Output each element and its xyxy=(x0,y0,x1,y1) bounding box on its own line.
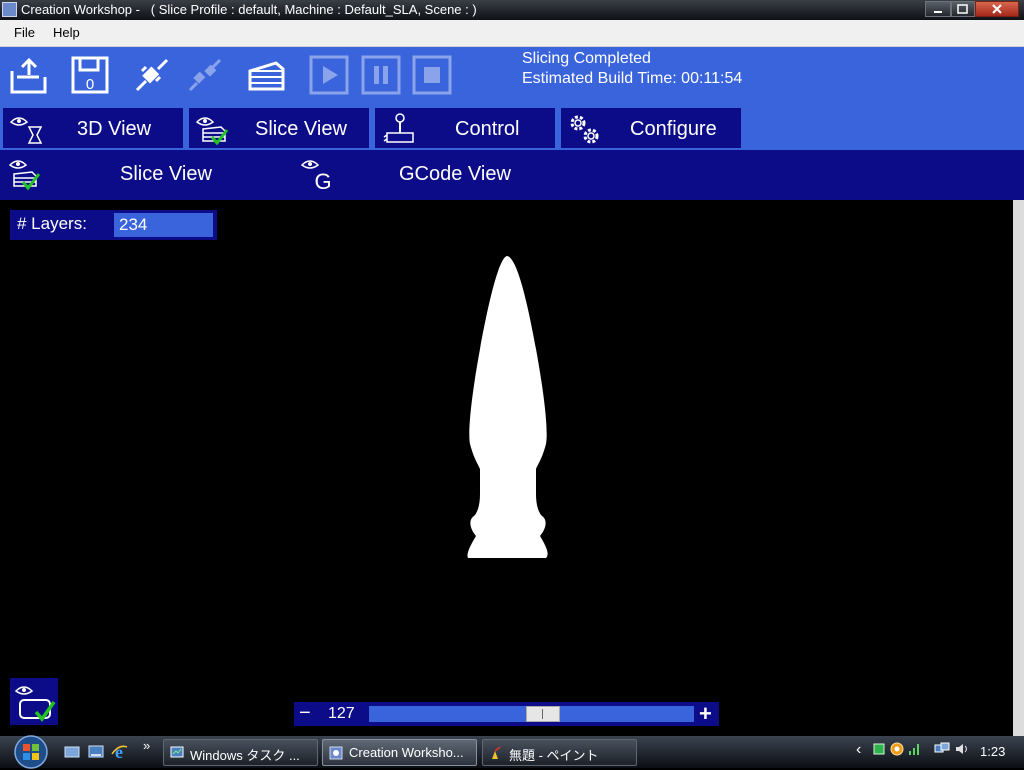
switch-windows-icon[interactable] xyxy=(88,745,104,759)
task-label: Creation Worksho... xyxy=(349,745,464,760)
eye-display-icon xyxy=(14,686,56,722)
svg-text:G: G xyxy=(314,169,331,192)
layer-slider-thumb[interactable] xyxy=(526,706,561,722)
play-icon xyxy=(309,55,349,95)
quicklaunch-more-button[interactable]: » xyxy=(143,738,150,753)
minimize-icon xyxy=(934,11,942,13)
start-button[interactable] xyxy=(8,734,54,770)
volume-icon[interactable] xyxy=(954,742,970,756)
status-line-1: Slicing Completed xyxy=(522,50,651,67)
signal-icon[interactable] xyxy=(908,742,922,756)
tab-slice-view[interactable]: Slice View xyxy=(189,108,369,148)
layers-count-field[interactable]: 234 xyxy=(114,213,213,237)
current-layer-value: 127 xyxy=(328,705,355,722)
save-icon[interactable]: 0 xyxy=(70,55,110,95)
joystick-icon xyxy=(383,113,414,143)
task-manager-icon xyxy=(170,746,184,758)
slider-minus-button[interactable]: − xyxy=(299,702,311,725)
svg-text:0: 0 xyxy=(86,76,94,93)
eye-3d-icon xyxy=(9,117,43,144)
maximize-button[interactable] xyxy=(951,1,975,17)
status-line-2: Estimated Build Time: 00:11:54 xyxy=(522,70,743,87)
layers-label: # Layers: xyxy=(17,214,87,233)
stop-icon xyxy=(412,55,452,95)
task-windows-task-manager[interactable]: Windows タスク ... xyxy=(163,739,318,766)
title-bar: Creation Workshop - ( Slice Profile : de… xyxy=(0,0,1024,20)
viewport-scrollbar[interactable] xyxy=(1013,200,1024,736)
show-desktop-icon[interactable] xyxy=(64,745,80,759)
task-label: 無題 - ペイント xyxy=(509,748,599,763)
creation-workshop-icon xyxy=(329,746,343,760)
slice-icon[interactable] xyxy=(246,55,286,95)
window-title: Creation Workshop - ( Slice Profile : de… xyxy=(21,2,477,17)
subtab-label: GCode View xyxy=(399,163,511,185)
tab-label: Control xyxy=(455,118,520,140)
main-tabs: 3D View Slice View Control Configure xyxy=(0,104,1024,150)
svg-text:e: e xyxy=(115,742,123,760)
tab-label: Slice View xyxy=(255,118,347,140)
minimize-button[interactable] xyxy=(925,1,951,17)
menu-file[interactable]: File xyxy=(14,25,35,40)
maximize-icon xyxy=(957,4,968,14)
view-toggle-button[interactable] xyxy=(10,678,58,725)
slice-preview-image xyxy=(467,256,548,558)
close-button[interactable] xyxy=(975,1,1019,17)
task-creation-workshop[interactable]: Creation Worksho... xyxy=(322,739,477,766)
eye-gcode-icon: G xyxy=(300,160,332,192)
eye-slice-icon xyxy=(195,117,229,145)
close-icon xyxy=(992,4,1002,14)
tab-3d-view[interactable]: 3D View xyxy=(3,108,183,148)
eye-slice-icon xyxy=(8,160,41,191)
pause-icon xyxy=(361,55,401,95)
clock: 1:23 xyxy=(980,744,1006,759)
tab-label: Configure xyxy=(630,118,717,140)
status-text: Slicing Completed Estimated Build Time: … xyxy=(522,49,742,89)
tray-orange-icon[interactable] xyxy=(890,742,904,756)
network-icon[interactable] xyxy=(934,742,950,756)
app-icon[interactable] xyxy=(2,2,17,17)
task-paint[interactable]: 無題 - ペイント xyxy=(482,739,637,766)
open-file-icon[interactable] xyxy=(9,55,49,95)
disconnect-icon xyxy=(188,58,222,92)
internet-explorer-icon[interactable]: e xyxy=(110,742,128,760)
slice-viewport[interactable] xyxy=(0,200,1013,736)
slider-plus-button[interactable]: + xyxy=(699,701,712,727)
subtab-gcode-view[interactable]: G GCode View xyxy=(296,150,556,200)
tray-green-icon[interactable] xyxy=(873,743,885,755)
connect-icon[interactable] xyxy=(132,55,172,95)
paint-icon xyxy=(492,746,501,759)
menu-bar: File Help xyxy=(0,20,1024,47)
task-label: Windows タスク ... xyxy=(190,748,300,763)
tab-configure[interactable]: Configure xyxy=(561,108,741,148)
sub-tabs: Slice View G GCode View xyxy=(0,150,1024,200)
gears-icon xyxy=(570,115,599,144)
tab-label: 3D View xyxy=(77,118,152,140)
subtab-label: Slice View xyxy=(120,163,212,185)
tray-expand-button[interactable]: ‹ xyxy=(856,741,861,759)
tab-control[interactable]: Control xyxy=(375,108,555,148)
toolbar: 0 xyxy=(0,47,1024,104)
subtab-slice-view[interactable]: Slice View xyxy=(0,150,290,200)
menu-help[interactable]: Help xyxy=(53,25,80,40)
